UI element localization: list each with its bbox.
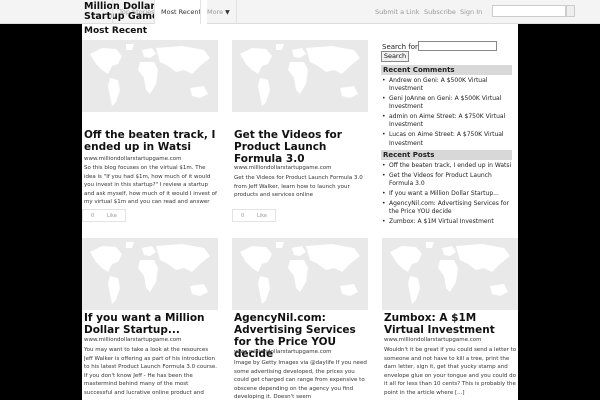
post-excerpt: So this blog focuses on the virtual $1m.… [84,165,217,206]
tab-more[interactable]: More ▼ [200,0,237,24]
post-url: www.milliondollarstartupgame.com [234,349,332,355]
post-thumbnail[interactable] [232,238,368,310]
post-thumbnail[interactable] [82,238,218,310]
search-label: Search for: [382,43,421,51]
sidebar: Search for: Search Recent Comments Andre… [381,41,512,232]
like-box[interactable]: 0 Like [232,209,276,222]
comment-on: on [408,131,416,139]
post-excerpt: Wouldn't it be great if you could send a… [384,347,517,396]
like-button[interactable]: Like [257,213,267,219]
list-item[interactable]: Zumbox: A $1M Virtual Investment [381,218,512,227]
list-item[interactable]: AgencyNil.com: Advertising Services for … [381,200,512,217]
post-thumbnail[interactable] [382,238,518,310]
list-item: Geni JoAnne on Geni: A $500K Virtual Inv… [381,95,512,112]
section-title: Most Recent [84,26,148,36]
post-card: Get the Videos for Product Launch Formul… [232,40,368,222]
world-map-image [390,242,510,304]
post-thumbnail[interactable] [82,40,218,112]
post-url: www.milliondollarstartupgame.com [84,337,182,343]
list-item[interactable]: If you want a Million Dollar Startup... [381,190,512,199]
comment-on: on [409,113,418,121]
tab-more-label: More [207,8,224,16]
post-thumbnail[interactable] [232,40,368,112]
post-title[interactable]: Get the Videos for Product Launch Formul… [234,129,368,165]
post-excerpt: Image by Getty Images via @daylife If yo… [234,360,367,400]
comment-post-link[interactable]: Aime Street: A $750K Virtual Investment [389,131,504,146]
list-item[interactable]: Off the beaten track, I ended up in Wats… [381,162,512,171]
post-title[interactable]: Off the beaten track, I ended up in Wats… [84,129,218,153]
world-map-image [90,44,210,106]
post-url: www.milliondollarstartupgame.com [234,165,332,171]
world-map-image [240,242,360,304]
top-navigation-bar: Million Dollar Startup Game Top Stories … [0,0,600,24]
recent-posts-heading: Recent Posts [381,150,512,160]
sidebar-search-button[interactable]: Search [381,51,409,62]
comment-author[interactable]: Lucas [389,131,406,138]
chevron-down-icon: ▼ [225,9,230,16]
sign-in-link[interactable]: Sign In [460,0,482,24]
comment-author[interactable]: Andrew [389,77,412,84]
post-card: Off the beaten track, I ended up in Wats… [82,40,218,222]
comment-on: on [427,95,435,103]
like-box[interactable]: 0 Like [82,209,126,222]
post-url: www.milliondollarstartupgame.com [384,337,482,343]
like-count: 0 [91,213,95,219]
recent-comments-list: Andrew on Geni: A $500K Virtual Investme… [381,77,512,149]
post-excerpt: Get the Videos for Product Launch Formul… [234,175,363,199]
world-map-image [90,242,210,304]
list-item: admin on Aime Street: A $750K Virtual In… [381,113,512,130]
comment-on: on [413,77,422,84]
world-map-image [240,44,360,106]
top-search-input[interactable] [492,5,566,17]
like-button[interactable]: Like [107,213,117,219]
post-card: Zumbox: A $1M Virtual Investment www.mil… [382,238,518,400]
list-item: Andrew on Geni: A $500K Virtual Investme… [381,77,512,94]
post-title[interactable]: If you want a Million Dollar Startup... [84,312,218,336]
recent-posts-list: Off the beaten track, I ended up in Wats… [381,162,512,228]
post-title[interactable]: Zumbox: A $1M Virtual Investment [384,312,518,336]
comment-author[interactable]: admin [389,113,408,120]
post-card: If you want a Million Dollar Startup... … [82,238,218,400]
post-url: www.milliondollarstartupgame.com [84,156,182,162]
comment-author[interactable]: Geni JoAnne [389,95,426,102]
submit-link[interactable]: Submit a Link [375,0,419,24]
subscribe-link[interactable]: Subscribe [424,0,456,24]
sidebar-search-input[interactable] [418,41,497,51]
like-count: 0 [241,213,245,219]
post-excerpt: You may want to take a look at the resou… [84,347,218,396]
post-card: AgencyNil.com: Advertising Services for … [232,238,368,400]
list-item: Lucas on Aime Street: A $750K Virtual In… [381,131,512,148]
list-item[interactable]: Get the Videos for Product Launch Formul… [381,172,512,189]
recent-comments-heading: Recent Comments [381,65,512,75]
top-search-button[interactable] [566,5,575,17]
